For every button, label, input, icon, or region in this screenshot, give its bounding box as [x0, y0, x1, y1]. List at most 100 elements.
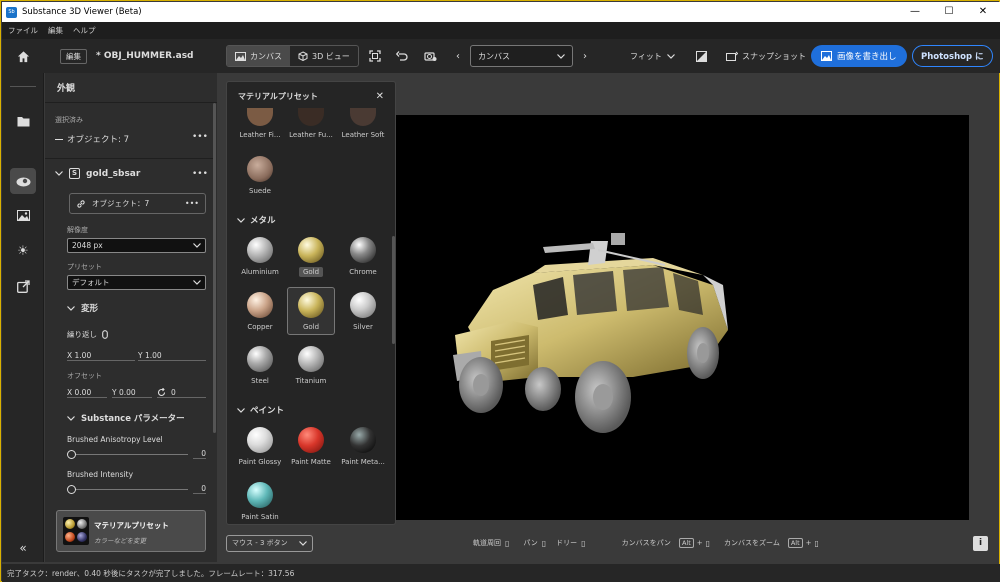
param1-value[interactable]: 0 [193, 449, 206, 459]
reset-view-button[interactable] [393, 47, 411, 65]
aspect-button[interactable] [693, 47, 709, 65]
transform-section[interactable]: 変形 [67, 302, 98, 314]
param2-value[interactable]: 0 [193, 484, 206, 494]
menu-file[interactable]: ファイル [8, 25, 38, 36]
canvas-zoom-hint: カンバスをズーム [724, 539, 780, 547]
mouse-left-icon: ▯ [505, 538, 510, 548]
substance-params-section[interactable]: Substance パラメーター [67, 412, 185, 424]
cube-icon [298, 51, 308, 61]
more-icon: ••• [192, 132, 208, 142]
double-chevron-left-icon: « [19, 541, 27, 555]
prev-camera-button[interactable]: ‹ [452, 47, 464, 65]
export-image-button[interactable]: 画像を書き出し [811, 45, 907, 67]
param1-slider-handle[interactable] [67, 450, 76, 459]
preset-gold-selected[interactable]: Gold [287, 287, 335, 335]
preset-copper[interactable]: Copper [234, 292, 286, 331]
snapshot-button[interactable]: スナップショット [726, 47, 806, 65]
metal-group-header[interactable]: メタル [237, 214, 276, 226]
edit-badge[interactable]: 編集 [60, 48, 87, 64]
gold-tooltip: Gold [298, 267, 324, 277]
repeat-x-field[interactable]: X 1.00 [67, 351, 135, 361]
close-popup-button[interactable]: ✕ [376, 91, 384, 102]
preset-select[interactable]: デフォルト [67, 275, 206, 290]
info-button[interactable]: i [973, 535, 988, 551]
chevron-down-icon [67, 305, 75, 311]
maximize-button[interactable]: ☐ [932, 2, 966, 22]
repeat-y-field[interactable]: Y 1.00 [138, 351, 206, 361]
image-export-icon [821, 51, 832, 61]
pan-hint: パン [523, 539, 538, 547]
mouse-right-icon: ▯ [581, 538, 586, 548]
minimize-button[interactable]: — [898, 2, 932, 22]
preset-paint-satin[interactable]: Paint Satin [234, 482, 286, 521]
fit-dropdown[interactable]: フィット [630, 47, 675, 65]
preset-paint-glossy[interactable]: Paint Glossy [234, 427, 286, 466]
resolution-select[interactable]: 2048 px [67, 238, 206, 253]
objects-more-button[interactable]: ••• [192, 132, 208, 142]
preset-titanium[interactable]: Titanium [285, 346, 337, 385]
collapse-rail-button[interactable]: « [10, 535, 36, 561]
preset-leather-soft[interactable]: Leather Soft [337, 108, 389, 139]
material-header[interactable]: S gold_sbsar [55, 168, 140, 179]
rail-files[interactable] [10, 108, 36, 134]
preset-paint-metallic[interactable]: Paint Meta... [337, 427, 389, 466]
rail-appearance[interactable] [10, 168, 36, 194]
send-to-photoshop-button[interactable]: Photoshop に [912, 45, 993, 67]
preset-leather-fur[interactable]: Leather Fu... [285, 108, 337, 139]
close-window-button[interactable]: ✕ [966, 2, 1000, 22]
snapshot-icon [726, 51, 738, 61]
panel-scrollbar[interactable] [213, 103, 216, 433]
preset-leather-fine[interactable]: Leather Fi... [234, 108, 286, 139]
home-button[interactable] [2, 39, 44, 73]
paint-group-header[interactable]: ペイント [237, 404, 284, 416]
mouse-mode-select[interactable]: マウス - 3 ボタン [226, 534, 313, 552]
camera-gear-icon [423, 52, 436, 61]
material-more-button[interactable]: ••• [192, 169, 208, 179]
preset-steel[interactable]: Steel [234, 346, 286, 385]
popup-scrollbar[interactable] [392, 236, 395, 344]
navigation-bar: マウス - 3 ボタン 軌道周回 ▯ パン ▯ ドリー ▯ カンバスをパン Al… [226, 532, 995, 554]
canvas-icon [235, 51, 246, 61]
resolution-label: 解像度 [67, 226, 88, 234]
camera-select[interactable]: カンバス [470, 45, 573, 67]
param1-slider-track[interactable] [71, 454, 188, 455]
preset-gold-1[interactable]: Gold [285, 237, 337, 277]
chevron-down-icon [193, 243, 201, 248]
param2-slider-handle[interactable] [67, 485, 76, 494]
rail-export[interactable] [10, 273, 36, 299]
orbit-hint: 軌道周回 [473, 539, 501, 547]
repeat-row: 繰り返し [67, 329, 108, 340]
material-objects-chip[interactable]: オブジェクト：7 ••• [69, 193, 206, 214]
menu-edit[interactable]: 編集 [48, 25, 63, 36]
preset-chrome[interactable]: Chrome [337, 237, 389, 276]
rail-environment[interactable] [10, 203, 36, 229]
link-icon[interactable] [102, 330, 108, 339]
offset-x-field[interactable]: X 0.00 [67, 388, 107, 398]
camera-settings-button[interactable] [421, 47, 439, 65]
canvas-pan-hint: カンバスをパン [621, 539, 671, 547]
menu-help[interactable]: ヘルプ [73, 25, 96, 36]
export-icon [16, 279, 30, 293]
popup-header: マテリアルプリセット ✕ [227, 82, 395, 110]
frame-button[interactable] [366, 47, 384, 65]
tab-3d-view[interactable]: 3D ビュー [290, 46, 358, 66]
preset-suede[interactable]: Suede [234, 156, 286, 195]
mouse-left-icon: ▯ [705, 538, 711, 548]
material-preset-card[interactable]: マテリアルプリセット カラーなどを変更 [56, 510, 206, 552]
preset-aluminium[interactable]: Aluminium [234, 237, 286, 276]
rotation-field[interactable]: 0 [157, 388, 206, 398]
left-rail: ☀ « [2, 73, 44, 562]
param2-slider-track[interactable] [71, 489, 188, 490]
preset-silver[interactable]: Silver [337, 292, 389, 331]
preset-paint-matte[interactable]: Paint Matte [285, 427, 337, 466]
appearance-icon [16, 177, 30, 187]
deselect-icon [55, 138, 63, 140]
chevron-down-icon [299, 540, 307, 546]
tab-canvas[interactable]: カンバス [227, 46, 290, 66]
rail-lighting[interactable]: ☀ [10, 238, 36, 264]
chevron-left-icon: ‹ [456, 50, 460, 62]
more-icon[interactable]: ••• [185, 199, 199, 208]
offset-y-field[interactable]: Y 0.00 [112, 388, 152, 398]
folder-icon [17, 116, 29, 126]
next-camera-button[interactable]: › [579, 47, 591, 65]
